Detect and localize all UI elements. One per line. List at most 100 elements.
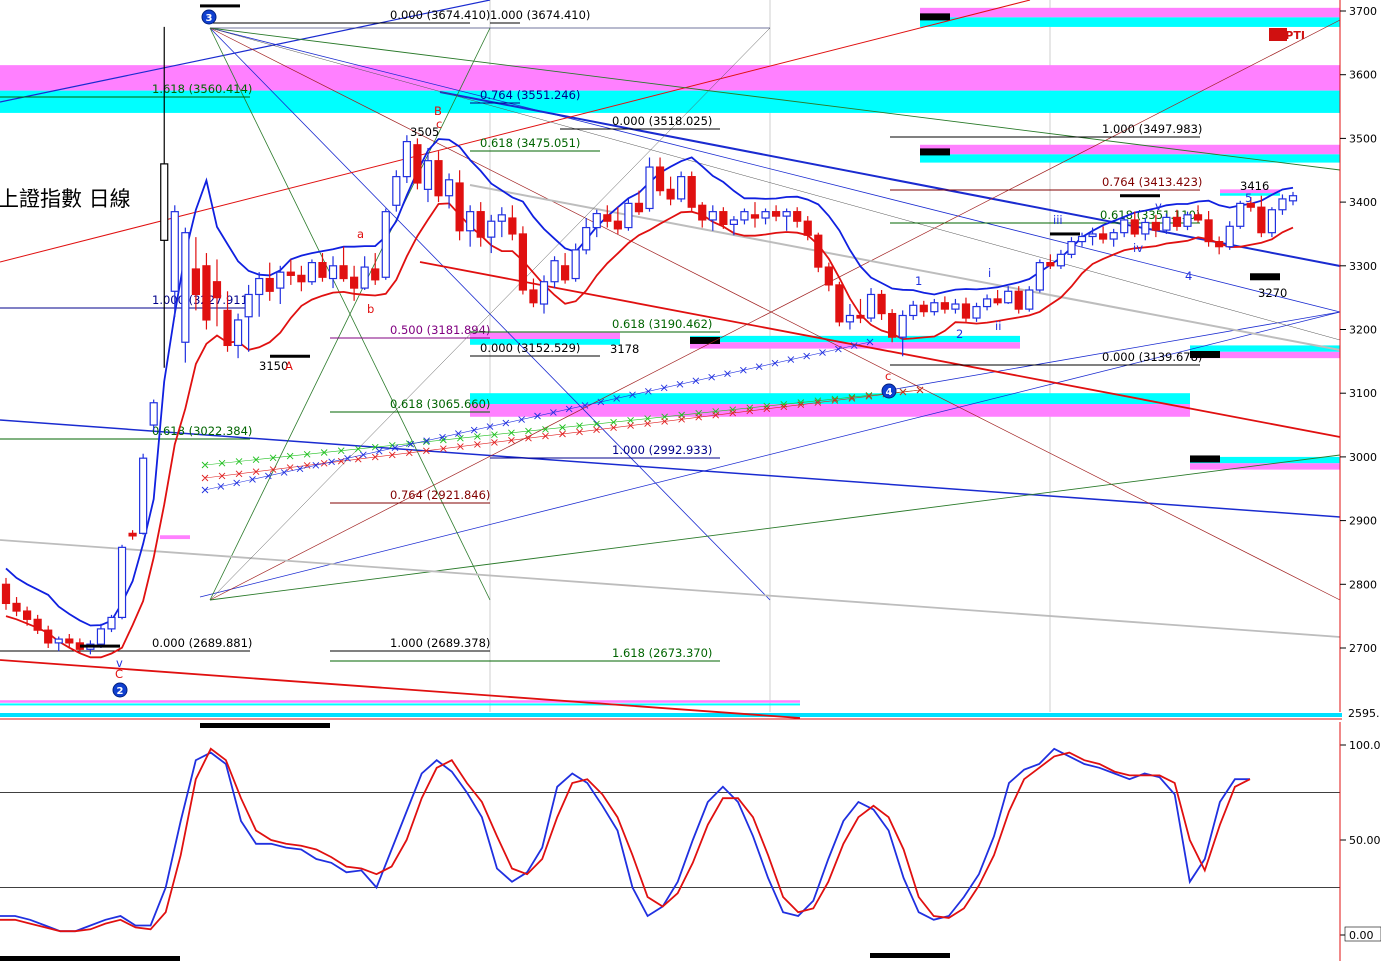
wave-label: iv	[1133, 241, 1143, 255]
fib-zone	[470, 393, 1190, 405]
candle-body	[1046, 262, 1055, 267]
axis-tick-label: 2800	[1349, 578, 1377, 591]
candle-body	[645, 166, 654, 210]
wave-label: v	[116, 656, 123, 670]
candle-body	[1004, 290, 1013, 304]
fib-level-label: 0.764 (3413.423)	[1102, 175, 1202, 189]
candle-body	[803, 220, 812, 236]
zone-marker	[1250, 273, 1280, 281]
candle-body	[1172, 216, 1182, 227]
fib-level-label: 0.618 (3022.384)	[152, 424, 252, 438]
candle-body	[856, 314, 865, 319]
candle-body	[951, 303, 960, 310]
fib-zone	[0, 703, 800, 706]
candle-body	[265, 277, 274, 292]
wave-label: b	[367, 302, 374, 316]
candle-body	[508, 217, 517, 235]
candle-body	[824, 266, 833, 286]
candle-body	[972, 305, 981, 319]
candle-body	[634, 202, 644, 213]
candle-body	[740, 211, 749, 221]
candle-body	[286, 271, 295, 276]
fib-level-label: 0.618 (3065.660)	[390, 397, 490, 411]
candle-body	[476, 211, 485, 238]
candle-body	[982, 298, 992, 308]
fib-level-label: 1.000 (2992.933)	[612, 443, 712, 457]
candle-body	[771, 211, 781, 217]
candle-body	[276, 271, 285, 289]
price-label: 3505	[410, 125, 439, 139]
wave-label: B	[434, 104, 442, 118]
wave-label: 1	[915, 274, 922, 288]
candle-body	[328, 265, 338, 280]
candle-body	[65, 638, 74, 644]
axis-tick-label: 2700	[1349, 642, 1377, 655]
axis-tick-label: 3500	[1349, 132, 1377, 145]
candle-body	[381, 211, 390, 278]
candle-body	[1267, 209, 1277, 234]
chart-workspace: 0.000 (3674.410) 1.000 (3674.410) 0.764 (3…	[0, 0, 1381, 961]
candle-body	[814, 234, 823, 268]
fib-level-label: 0.000 (3674.410)	[390, 8, 490, 22]
wave-circle-label: 2	[117, 686, 124, 697]
wave-circle-label: 4	[886, 387, 893, 398]
candle-body	[782, 211, 791, 217]
time-marker	[200, 723, 330, 728]
wave-label: v	[1155, 199, 1162, 213]
candle-body	[719, 211, 728, 225]
candle-body	[677, 176, 686, 200]
candle-body	[655, 166, 665, 192]
price-tick-bar	[1120, 194, 1160, 198]
fib-level-label: 0.000 (3139.678)	[1102, 350, 1202, 364]
candle-body	[297, 274, 306, 283]
candle-body	[244, 293, 253, 318]
price-tick-bar	[270, 354, 310, 358]
candle-body	[392, 176, 401, 206]
fib-zone	[160, 535, 190, 540]
price-tick-bar	[1050, 232, 1080, 236]
candle-body	[117, 546, 127, 619]
candle-body	[307, 262, 317, 283]
axis-tick-label: 3000	[1349, 451, 1377, 464]
candle-body	[1215, 240, 1224, 248]
candle-body	[1035, 262, 1044, 291]
candle-body	[571, 249, 580, 280]
price-tick-bar	[80, 644, 120, 648]
candle-body	[1288, 195, 1298, 202]
fib-level-label: 1.000 (3227.911)	[152, 293, 252, 307]
candle-body	[518, 233, 528, 291]
zone-marker	[920, 13, 950, 21]
wave-label: iii	[1053, 213, 1063, 227]
price-label: 3270	[1258, 286, 1287, 300]
oscillator-panel: 100.0 50.00 0.00	[0, 739, 1381, 942]
candle-body	[44, 629, 53, 644]
candle-body	[1067, 240, 1076, 255]
price-tick-bar	[200, 4, 240, 8]
fib-level-label: 0.000 (2689.881)	[152, 636, 252, 650]
fib-zone	[920, 7, 1340, 18]
candle-body	[877, 293, 886, 315]
wave-label: c	[436, 117, 442, 131]
candle-body	[529, 289, 538, 304]
candle-body	[1077, 235, 1087, 243]
trendline	[209, 27, 1341, 601]
candle-body	[561, 265, 570, 281]
fib-zone	[920, 17, 1340, 27]
candle-body	[898, 314, 907, 338]
fib-level-label: 1.618 (3560.414)	[152, 82, 252, 96]
candle-body	[698, 204, 707, 221]
candle-body	[1141, 221, 1150, 235]
candle-body	[139, 457, 148, 534]
candle-body	[1162, 216, 1171, 231]
fib-zone	[470, 404, 1190, 417]
candle-body	[1109, 232, 1118, 240]
candle-body	[22, 610, 32, 620]
axis-readout: 2595.	[1348, 707, 1380, 720]
candle-body	[444, 179, 454, 197]
axis-tick-label: 3100	[1349, 387, 1377, 400]
fib-level-label: 0.618 (3190.462)	[612, 317, 712, 331]
osc-axis-label: 0.00	[1349, 929, 1374, 942]
candle-body	[1151, 221, 1160, 231]
candle-body	[1225, 225, 1234, 248]
wave-label: 2	[956, 327, 963, 341]
